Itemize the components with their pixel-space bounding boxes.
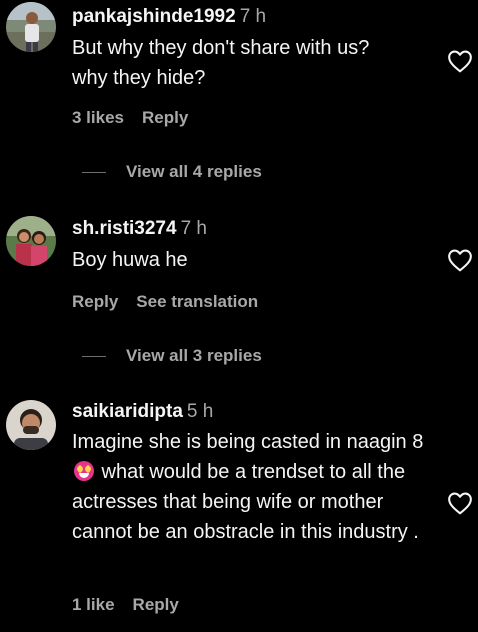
comment-header: pankajshinde1992 7 h	[72, 6, 266, 28]
comment-meta: Reply See translation	[72, 292, 276, 312]
comment-text-part: Imagine she is being casted in naagin 8	[72, 431, 424, 453]
avatar[interactable]	[6, 400, 56, 450]
avatar[interactable]	[6, 2, 56, 52]
comment-meta: 3 likes Reply	[72, 108, 206, 128]
comment-text: But why they don't share with us? why th…	[72, 33, 437, 93]
comment-text: Boy huwa he	[72, 249, 188, 271]
timestamp: 7 h	[180, 218, 207, 239]
see-translation-button[interactable]: See translation	[136, 292, 258, 311]
view-replies-label: View all 4 replies	[126, 162, 262, 181]
comment-text-line: But why they don't share with us?	[72, 37, 370, 59]
reply-button[interactable]: Reply	[72, 292, 118, 311]
divider-line	[82, 172, 106, 174]
username[interactable]: saikiaridipta	[72, 401, 183, 422]
comment-text-part: what would be a trendset to all the actr…	[72, 461, 419, 543]
view-replies-button[interactable]: View all 3 replies	[82, 346, 262, 366]
heart-outline-icon[interactable]	[447, 49, 473, 73]
comment-text: Imagine she is being casted in naagin 8 …	[72, 427, 442, 547]
reply-button[interactable]: Reply	[133, 595, 179, 614]
timestamp: 5 h	[186, 401, 214, 422]
view-replies-label: View all 3 replies	[126, 346, 262, 365]
divider-line	[82, 356, 106, 358]
reply-button[interactable]: Reply	[142, 108, 188, 127]
likes-count[interactable]: 3 likes	[72, 108, 124, 127]
comment-header: sh.risti3274 7 h	[72, 218, 207, 240]
star-struck-emoji-icon	[74, 461, 94, 481]
heart-outline-icon[interactable]	[447, 248, 473, 272]
comment-meta: 1 like Reply	[72, 595, 197, 615]
heart-outline-icon[interactable]	[447, 491, 473, 515]
username[interactable]: pankajshinde1992	[72, 6, 236, 27]
view-replies-button[interactable]: View all 4 replies	[82, 162, 262, 182]
username[interactable]: sh.risti3274	[72, 218, 177, 239]
likes-count[interactable]: 1 like	[72, 595, 115, 614]
comment-text-line: why they hide?	[72, 67, 206, 89]
avatar[interactable]	[6, 216, 56, 266]
comment-header: saikiaridipta 5 h	[72, 401, 213, 423]
timestamp: 7 h	[239, 6, 267, 27]
